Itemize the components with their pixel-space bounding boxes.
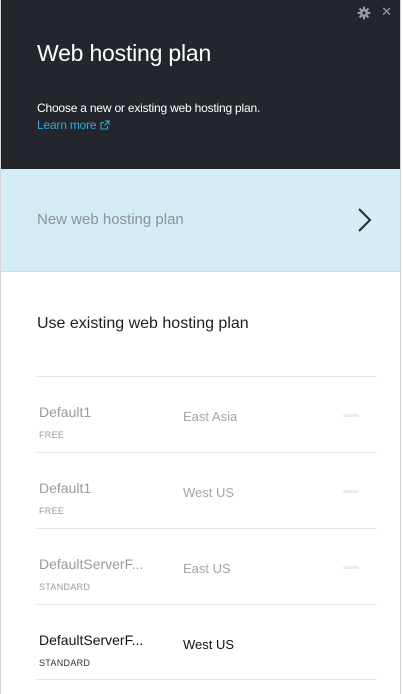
plan-region: East Asia	[183, 409, 238, 424]
existing-plans-title: Use existing web hosting plan	[37, 315, 249, 332]
blade-controls: ✕	[357, 6, 392, 20]
row-indicator	[343, 566, 359, 569]
blade: ✕ Web hosting plan Choose a new or exist…	[0, 0, 401, 694]
plan-region: West US	[183, 637, 235, 652]
plan-tier: STANDARD	[39, 658, 91, 668]
gear-icon[interactable]	[357, 6, 371, 20]
plan-tier: STANDARD	[39, 582, 91, 592]
plan-name: DefaultServerF...	[39, 556, 144, 572]
new-plan-row[interactable]: New web hosting plan	[1, 169, 400, 272]
chevron-right-icon	[358, 208, 372, 232]
plan-row[interactable]: Default1 FREE East Asia	[37, 376, 377, 452]
plan-name: Default1	[39, 404, 92, 420]
new-plan-label: New web hosting plan	[37, 211, 184, 228]
learn-more-link[interactable]: Learn more	[37, 118, 110, 132]
row-indicator	[343, 414, 359, 417]
plan-tier: FREE	[39, 506, 65, 516]
plan-tier: FREE	[39, 430, 65, 440]
learn-more-label: Learn more	[37, 118, 97, 132]
page-title: Web hosting plan	[37, 40, 212, 66]
close-icon[interactable]: ✕	[381, 6, 392, 20]
external-link-icon	[100, 120, 110, 130]
plan-row[interactable]: DefaultServerF... STANDARD East US	[37, 528, 377, 604]
plan-region: East US	[183, 561, 231, 576]
blade-description: Choose a new or existing web hosting pla…	[37, 101, 261, 115]
plan-name: DefaultServerF...	[39, 632, 144, 648]
plan-region: West US	[183, 485, 235, 500]
plan-row[interactable]: DefaultServerF... STANDARD West US	[37, 604, 377, 680]
existing-plans-list: Default1 FREE East Asia Default1 FREE We…	[37, 376, 377, 680]
blade-header: ✕ Web hosting plan Choose a new or exist…	[1, 0, 400, 169]
plan-row[interactable]: Default1 FREE West US	[37, 452, 377, 528]
row-indicator	[343, 490, 359, 493]
plan-name: Default1	[39, 480, 92, 496]
